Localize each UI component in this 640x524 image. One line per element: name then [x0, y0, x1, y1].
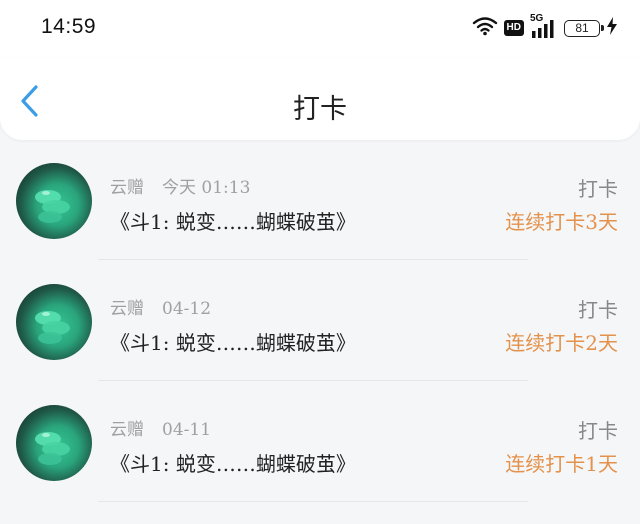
status-icons: HD 5G 81 — [472, 13, 618, 42]
battery-level: 81 — [575, 21, 589, 35]
avatar[interactable] — [16, 163, 92, 239]
record-type: 打卡 — [578, 177, 618, 201]
divider — [98, 380, 528, 381]
record-date: 04-12 — [162, 299, 212, 319]
hd-icon: HD — [503, 20, 524, 36]
status-bar: 14:59 HD 5G 81 — [0, 0, 640, 58]
user-name: 云赠 — [110, 299, 144, 319]
streak-label: 连续打卡1天 — [505, 452, 618, 476]
record-meta: 云赠 今天 01:13 — [110, 173, 250, 198]
record-type: 打卡 — [578, 298, 618, 322]
avatar[interactable] — [16, 405, 92, 481]
user-name: 云赠 — [110, 420, 144, 440]
record-meta: 云赠 04-12 — [110, 294, 211, 319]
user-name: 云赠 — [110, 178, 144, 198]
record-content: 《斗1: 蜕变……蝴蝶破茧》 — [110, 210, 356, 234]
record-date: 04-11 — [162, 420, 212, 440]
charging-icon — [606, 16, 618, 40]
page-title: 打卡 — [293, 94, 347, 125]
divider — [98, 259, 528, 260]
record-content: 《斗1: 蜕变……蝴蝶破茧》 — [110, 331, 356, 355]
avatar[interactable] — [16, 284, 92, 360]
streak-label: 连续打卡3天 — [505, 210, 618, 234]
wifi-icon — [472, 16, 498, 40]
battery-icon: 81 — [564, 19, 604, 37]
record-date: 今天 01:13 — [162, 178, 251, 198]
list-item[interactable]: 云赠 04-12 《斗1: 蜕变……蝴蝶破茧》 打卡 连续打卡2天 — [0, 261, 640, 382]
header: 打卡 — [0, 58, 640, 140]
record-meta: 云赠 04-11 — [110, 415, 211, 440]
divider — [98, 501, 528, 502]
list-item[interactable]: 云赠 04-11 《斗1: 蜕变……蝴蝶破茧》 打卡 连续打卡1天 — [0, 382, 640, 503]
status-time: 14:59 — [41, 15, 97, 38]
5g-signal-icon: 5G — [530, 13, 558, 39]
record-type: 打卡 — [578, 419, 618, 443]
list-item[interactable]: 云赠 今天 01:13 《斗1: 蜕变……蝴蝶破茧》 打卡 连续打卡3天 — [0, 140, 640, 261]
checkin-list: 云赠 今天 01:13 《斗1: 蜕变……蝴蝶破茧》 打卡 连续打卡3天 云赠 04… — [0, 140, 640, 503]
record-content: 《斗1: 蜕变……蝴蝶破茧》 — [110, 452, 356, 476]
streak-label: 连续打卡2天 — [505, 331, 618, 355]
